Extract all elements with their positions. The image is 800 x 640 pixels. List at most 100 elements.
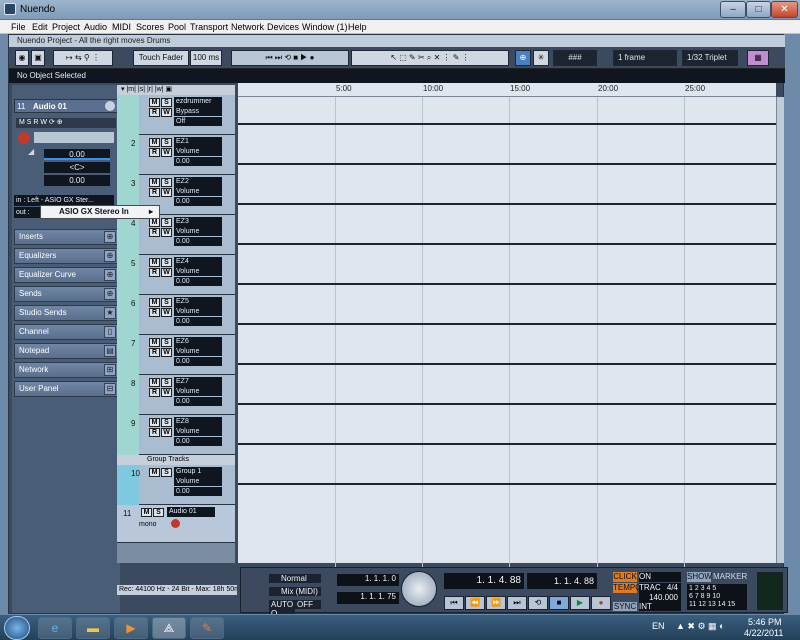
solo-button[interactable]: S [161,338,172,347]
mute-button[interactable]: M [149,338,160,347]
write-automation-button[interactable]: W [161,308,172,317]
menu-window[interactable]: Window (1) [302,22,348,32]
read-automation-button[interactable]: R [149,188,160,197]
rewind-button[interactable]: ⏪ [465,596,485,610]
write-automation-button[interactable]: W [161,268,172,277]
track-row[interactable]: 2 M S R W EZ1 Volume 0.00 [117,135,235,175]
menu-midi[interactable]: MIDI [112,22,131,32]
solo-button[interactable]: S [161,378,172,387]
mute-button[interactable]: M [149,218,160,227]
fast-forward-button[interactable]: ⏩ [486,596,506,610]
record-button[interactable]: ● [591,596,611,610]
inspector-section-channel[interactable]: Channel ▯ [14,324,118,340]
section-toggle-icon[interactable]: ★ [104,307,116,319]
automation-parameter[interactable]: Volume [174,187,222,196]
read-automation-button[interactable]: R [149,428,160,437]
click-toggle[interactable]: CLICK [613,572,637,582]
automation-parameter[interactable]: Volume [174,307,222,316]
menu-audio[interactable]: Audio [84,22,107,32]
play-button[interactable]: ▶ [570,596,590,610]
pan-field[interactable]: <C> [44,162,110,173]
section-toggle-icon[interactable]: ⊕ [104,269,116,281]
track-row[interactable]: 7 M S R W EZ6 Volume 0.00 [117,335,235,375]
automation-parameter[interactable]: Volume [174,427,222,436]
maximize-button[interactable]: □ [746,1,771,18]
right-locator-display[interactable]: 1. 1. 1. 75 [337,592,399,604]
snap-toggle-button[interactable]: ⊕ [515,50,531,66]
mute-button[interactable]: M [141,508,152,517]
write-automation-button[interactable]: W [161,148,172,157]
position-display[interactable]: 1. 1. 4. 88 [444,573,524,589]
time-ruler[interactable]: 5:00 10:00 15:00 20:00 25:00 [238,83,776,97]
mute-button[interactable]: M [149,138,160,147]
read-automation-button[interactable]: R [149,388,160,397]
group-track-row[interactable]: 10 M S Group 1 Volume 0.00 [117,465,235,505]
automation-value[interactable]: 0.00 [174,197,222,206]
snap-mode-button[interactable]: ✳ [533,50,549,66]
mute-button[interactable]: M [149,418,160,427]
automation-parameter[interactable]: Volume [174,267,222,276]
automation-parameter[interactable]: Volume [174,147,222,156]
menu-devices[interactable]: Devices [267,22,299,32]
volume-field[interactable]: 0.00 [44,149,110,160]
automation-value[interactable]: 0.00 [174,487,222,496]
write-automation-button[interactable]: W [161,188,172,197]
menu-edit[interactable]: Edit [32,22,48,32]
nuendo-taskbar-icon[interactable]: ⟁ [152,617,186,639]
grid-icon[interactable]: ### [553,50,597,66]
inspector-toggle-button[interactable]: ▣ [31,50,45,66]
solo-button[interactable]: S [161,258,172,267]
track-name-field[interactable]: EZ7 [174,377,222,387]
track-name-field[interactable]: EZ8 [174,417,222,427]
automation-parameter[interactable]: Volume [174,387,222,396]
track-name-field[interactable]: Audio 01 [167,507,215,517]
file-explorer-icon[interactable]: ▬ [76,617,110,639]
quantize-select[interactable]: 1/32 Triplet [682,50,738,66]
automation-value[interactable]: 0.00 [174,277,222,286]
track-buttons-row1[interactable]: M S R W ⟳ ⊕ [16,118,116,128]
edit-channel-icon[interactable] [105,101,115,111]
mute-button[interactable]: M [149,258,160,267]
activate-project-button[interactable]: ◉ [15,50,29,66]
section-toggle-icon[interactable]: ⊕ [104,288,116,300]
read-automation-button[interactable]: R [149,108,160,117]
track-row[interactable]: 6 M S R W EZ5 Volume 0.00 [117,295,235,335]
section-toggle-icon[interactable]: ▯ [104,326,116,338]
menu-pool[interactable]: Pool [168,22,186,32]
read-automation-button[interactable]: R [149,228,160,237]
track-name-field[interactable]: EZ1 [174,137,222,147]
language-indicator[interactable]: EN [652,621,665,631]
section-toggle-icon[interactable]: ⊕ [104,231,116,243]
position-display-secondary[interactable]: 1. 1. 4. 88 [527,573,597,589]
left-locator-display[interactable]: 1. 1. 1. 0 [337,574,399,586]
mute-button[interactable]: M [149,178,160,187]
cycle-button[interactable]: ⟲ [528,596,548,610]
track-row[interactable]: 8 M S R W EZ7 Volume 0.00 [117,375,235,415]
automation-parameter[interactable]: Bypass [174,107,222,116]
group-folder-track[interactable]: Group Tracks [117,455,235,465]
menu-transport[interactable]: Transport [190,22,228,32]
automation-value[interactable]: 0.00 [174,437,222,446]
clock-date[interactable]: 4/22/2011 [744,628,783,638]
automation-value[interactable]: 0.00 [174,397,222,406]
fader-mode-select[interactable]: Touch Fader [133,50,189,66]
inspector-section-sends[interactable]: Sends ⊕ [14,286,118,302]
inspector-section-studio-sends[interactable]: Studio Sends ★ [14,305,118,321]
minimize-button[interactable]: – [720,1,746,18]
automation-value[interactable]: 0.00 [174,357,222,366]
solo-button[interactable]: S [161,218,172,227]
track-row[interactable]: M S R Wezdrummer Bypass Off [117,95,235,135]
automation-value[interactable]: 0.00 [174,157,222,166]
solo-button[interactable]: S [161,138,172,147]
inspector-track-header[interactable]: 11 Audio 01 [14,99,118,113]
marker-show-button[interactable]: SHOW [687,572,712,582]
track-row[interactable]: 9 M S R W EZ8 Volume 0.00 [117,415,235,455]
track-name-field[interactable]: EZ5 [174,297,222,307]
track-name-field[interactable]: EZ2 [174,177,222,187]
solo-button[interactable]: S [153,508,164,517]
inspector-section-inserts[interactable]: Inserts ⊕ [14,229,118,245]
write-automation-button[interactable]: W [161,348,172,357]
menu-network[interactable]: Network [231,22,264,32]
track-list-toolbar[interactable]: ▾ |m| |s| |r| |w| ▣ [117,85,235,95]
marker-buttons[interactable]: 1 2 3 4 56 7 8 9 10 11 12 13 14 15 [687,584,747,610]
